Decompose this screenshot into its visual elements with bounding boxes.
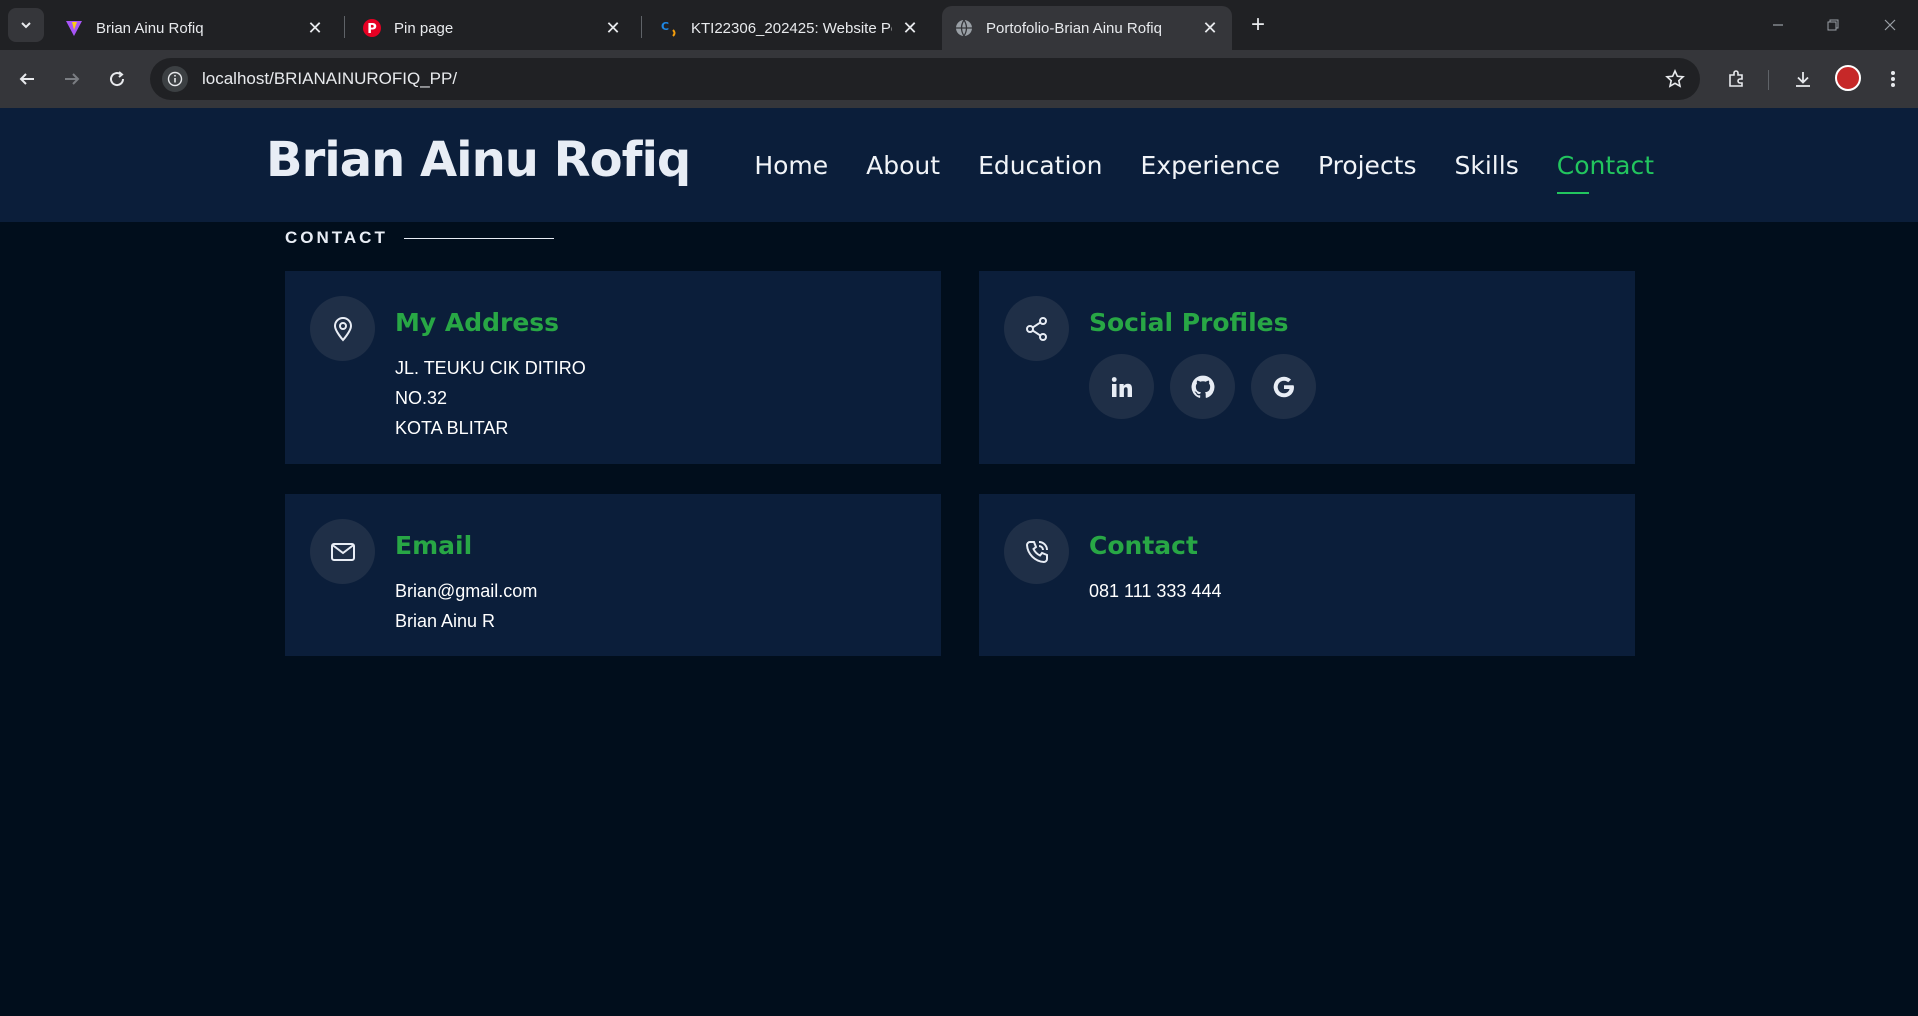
bookmark-star-icon[interactable] [1660, 64, 1690, 94]
browser-tab[interactable]: Brian Ainu Rofiq ✕ [52, 6, 337, 50]
browser-toolbar: localhost/BRIANAINUROFIQ_PP/ [0, 50, 1918, 108]
url-text[interactable]: localhost/BRIANAINUROFIQ_PP/ [202, 69, 1660, 89]
envelope-icon [310, 519, 375, 584]
phone-title: Contact [1089, 531, 1198, 560]
tab-separator [344, 16, 345, 38]
browser-tab[interactable]: P Pin page ✕ [350, 6, 635, 50]
back-button[interactable] [12, 64, 42, 94]
close-icon[interactable]: ✕ [305, 18, 325, 38]
address-line: JL. TEUKU CIK DITIRO [395, 358, 586, 378]
close-window-button[interactable] [1870, 10, 1910, 40]
close-window-icon [1884, 19, 1896, 31]
profile-avatar[interactable] [1835, 65, 1861, 91]
email-address[interactable]: Brian@gmail.com [395, 576, 537, 606]
arrow-right-icon [65, 73, 80, 85]
share-icon [1004, 296, 1069, 361]
tab-separator [641, 16, 642, 38]
globe-icon [954, 18, 974, 38]
email-card: Email Brian@gmail.com Brian Ainu R [285, 494, 941, 656]
browser-tab[interactable]: C KTI22306_202425: Website Port ✕ [647, 6, 932, 50]
toolbar-separator [1768, 70, 1769, 90]
reload-button[interactable] [102, 64, 132, 94]
nav-education[interactable]: Education [978, 151, 1102, 180]
main-nav: Home About Education Experience Projects… [754, 151, 1654, 194]
new-tab-button[interactable]: + [1243, 10, 1273, 40]
pinterest-logo-icon: P [362, 18, 382, 38]
nav-skills[interactable]: Skills [1455, 151, 1519, 180]
github-button[interactable] [1170, 354, 1235, 419]
download-icon[interactable] [1788, 64, 1818, 94]
phone-icon [1004, 519, 1069, 584]
address-title: My Address [395, 308, 560, 337]
address-line: NO.32 [395, 388, 448, 408]
course-logo-icon: C [659, 18, 679, 38]
section-label-line [403, 237, 554, 239]
section-label-text: CONTACT [285, 228, 388, 247]
tab-search-button[interactable] [8, 8, 44, 42]
social-title: Social Profiles [1089, 308, 1289, 337]
address-bar[interactable]: localhost/BRIANAINUROFIQ_PP/ [150, 58, 1700, 100]
reload-icon [110, 71, 125, 87]
email-name: Brian Ainu R [395, 611, 496, 631]
minimize-button[interactable] [1758, 10, 1798, 40]
close-icon[interactable]: ✕ [900, 18, 920, 38]
tab-title: Brian Ainu Rofiq [96, 19, 204, 37]
phone-number[interactable]: 081 111 333 444 [1089, 576, 1221, 606]
vite-logo-icon [64, 18, 84, 38]
tab-title: KTI22306_202425: Website Port [691, 19, 892, 37]
site-info-icon[interactable] [162, 66, 188, 92]
svg-text:P: P [367, 22, 377, 37]
github-icon [1191, 375, 1214, 398]
minimize-icon [1773, 24, 1783, 26]
extensions-icon[interactable] [1721, 64, 1751, 94]
svg-text:C: C [661, 20, 669, 33]
nav-experience[interactable]: Experience [1141, 151, 1280, 180]
location-pin-icon [310, 296, 375, 361]
email-title: Email [395, 531, 473, 560]
page-content: Brian Ainu Rofiq Home About Education Ex… [0, 108, 1918, 1016]
site-brand[interactable]: Brian Ainu Rofiq [266, 132, 691, 188]
email-lines: Brian@gmail.com Brian Ainu R [395, 576, 537, 636]
phone-card: Contact 081 111 333 444 [979, 494, 1635, 656]
more-menu-icon[interactable] [1878, 64, 1908, 94]
nav-about[interactable]: About [866, 151, 940, 180]
linkedin-icon [1111, 376, 1132, 397]
nav-projects[interactable]: Projects [1318, 151, 1417, 180]
social-links [1089, 354, 1316, 419]
close-icon[interactable]: ✕ [603, 18, 623, 38]
nav-home[interactable]: Home [754, 151, 828, 180]
nav-contact[interactable]: Contact [1556, 151, 1654, 194]
forward-button[interactable] [57, 64, 87, 94]
section-label: CONTACT [285, 228, 554, 248]
google-button[interactable] [1251, 354, 1316, 419]
close-icon[interactable]: ✕ [1200, 18, 1220, 38]
address-card: My Address JL. TEUKU CIK DITIRO NO.32 KO… [285, 271, 941, 464]
phone-lines: 081 111 333 444 [1089, 576, 1221, 606]
address-lines: JL. TEUKU CIK DITIRO NO.32 KOTA BLITAR [395, 353, 586, 443]
restore-button[interactable] [1813, 10, 1853, 40]
google-icon [1273, 376, 1294, 397]
chevron-down-icon [21, 22, 31, 29]
browser-tab-active[interactable]: Portofolio-Brian Ainu Rofiq ✕ [942, 6, 1232, 50]
tab-title: Pin page [394, 19, 454, 37]
tab-title: Portofolio-Brian Ainu Rofiq [986, 19, 1162, 37]
linkedin-button[interactable] [1089, 354, 1154, 419]
arrow-left-icon [19, 73, 34, 85]
address-line: KOTA BLITAR [395, 418, 509, 438]
restore-icon [1827, 19, 1839, 31]
browser-tab-bar: Brian Ainu Rofiq ✕ P Pin page ✕ C KTI223… [0, 0, 1918, 50]
site-header: Brian Ainu Rofiq Home About Education Ex… [0, 108, 1918, 222]
social-profiles-card: Social Profiles [979, 271, 1635, 464]
